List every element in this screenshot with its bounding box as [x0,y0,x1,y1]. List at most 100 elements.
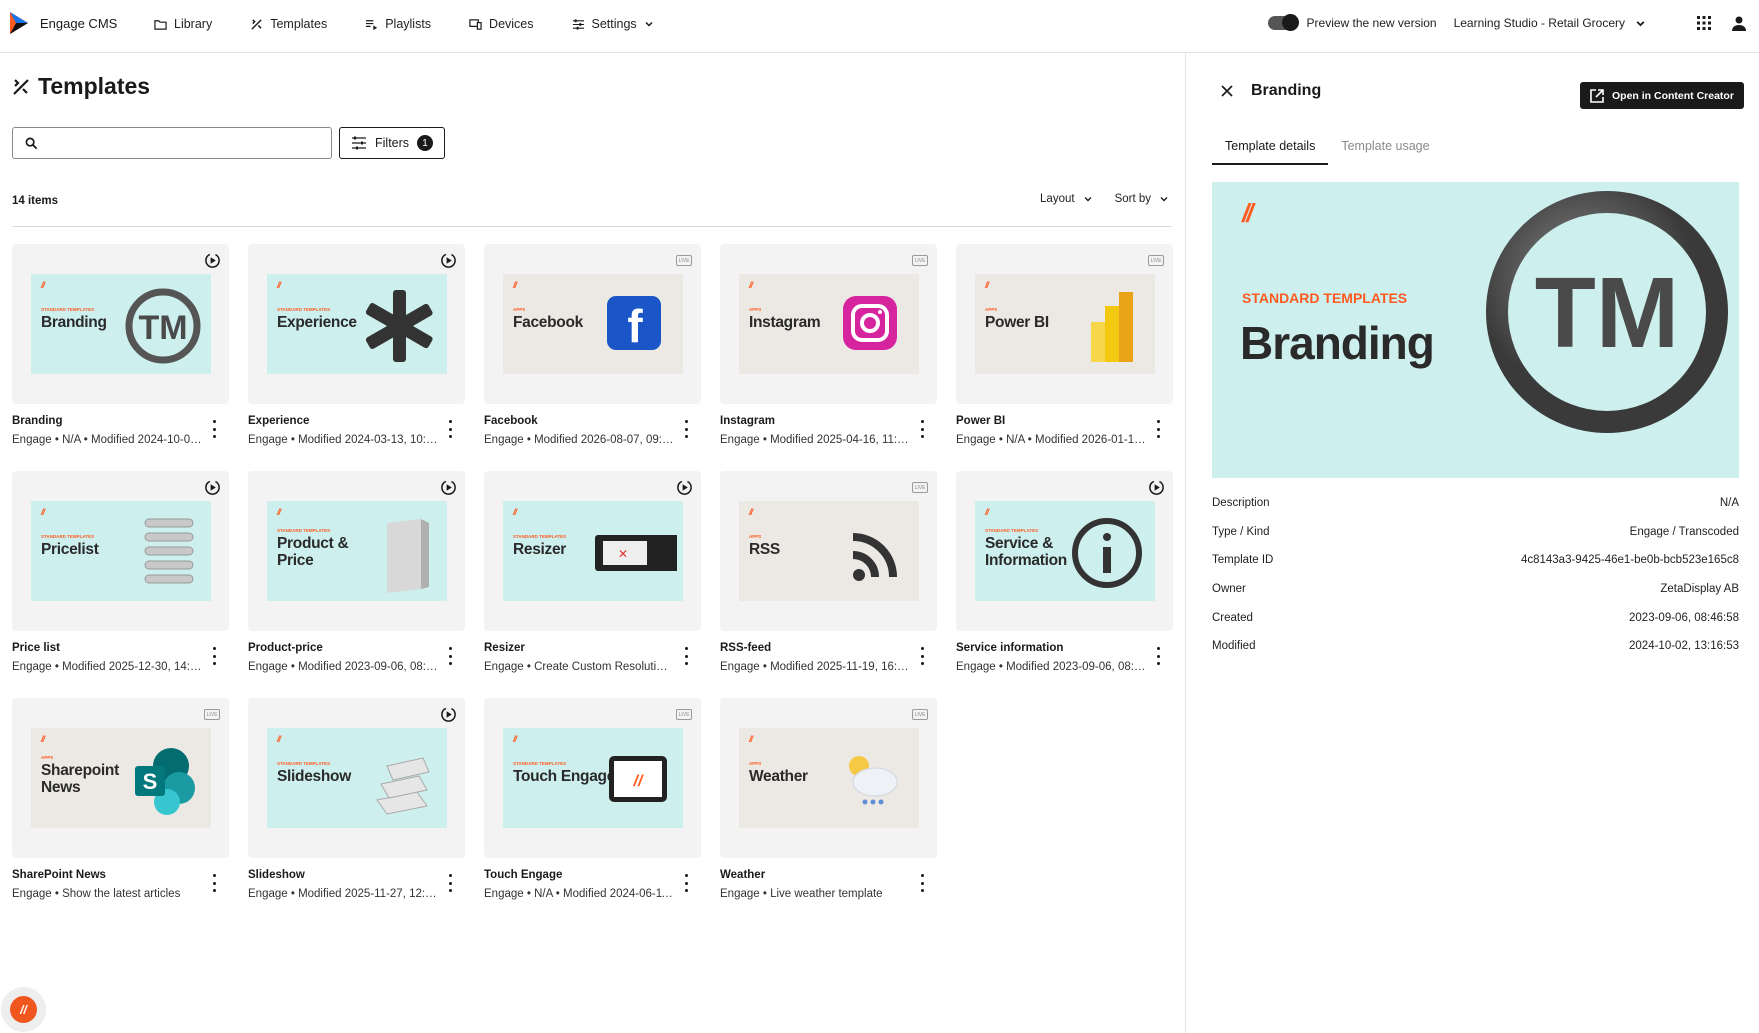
play-circle-icon [205,253,220,268]
weather-icon [849,756,898,805]
svg-text:S: S [143,769,158,794]
more-options-icon[interactable] [1151,647,1165,665]
template-card[interactable]: LIVE // APPS Weather Weather Engage • Li… [720,698,937,906]
template-card[interactable]: LIVE // APPS Instagram Instagram Engage … [720,244,937,452]
thumbnail-kicker: STANDARD TEMPLATES [277,307,331,312]
template-thumbnail: // STANDARD TEMPLATES Pricelist [12,471,229,631]
brand[interactable]: Engage CMS [8,10,117,36]
zetadisplay-logo-icon: // [985,280,989,290]
template-thumbnail: LIVE // APPS Weather [720,698,937,858]
more-options-icon[interactable] [207,420,221,438]
thumbnail-image: // STANDARD TEMPLATES Pricelist [31,501,211,601]
card-meta: Engage • Show the latest articles [12,888,181,900]
detail-label: Created [1212,611,1253,624]
card-meta: Engage • Modified 2025-11-19, 16:40:02 [720,661,910,673]
more-options-icon[interactable] [443,874,457,892]
layout-dropdown[interactable]: Layout [1040,193,1093,205]
nav-playlists[interactable]: Playlists [365,17,431,31]
chat-fab[interactable]: // [1,987,46,1032]
sharepoint-icon: S [135,748,195,815]
more-options-icon[interactable] [207,874,221,892]
more-options-icon[interactable] [679,647,693,665]
search-input[interactable] [48,135,318,151]
thumbnail-image: // STANDARD TEMPLATES Branding TM [31,274,211,374]
detail-value: Engage / Transcoded [1629,525,1739,538]
workspace-selector[interactable]: Learning Studio - Retail Grocery [1454,16,1646,30]
template-thumbnail: LIVE // APPS Facebook f [484,244,701,404]
nav-library[interactable]: Library [154,17,212,31]
top-right-controls: Preview the new version Learning Studio … [1267,0,1759,46]
nav-library-label: Library [174,17,213,31]
card-title: Price list [12,642,60,654]
thumbnail-kicker: STANDARD TEMPLATES [513,761,567,766]
nav-devices-label: Devices [489,17,534,31]
more-options-icon[interactable] [1151,420,1165,438]
more-options-icon[interactable] [915,420,929,438]
tab-template-usage[interactable]: Template usage [1328,133,1442,165]
template-card[interactable]: LIVE // APPS Facebook f Facebook Engage … [484,244,701,452]
more-options-icon[interactable] [443,647,457,665]
template-card[interactable]: LIVE // APPS Power BI Power BI Engage • … [956,244,1173,452]
card-meta: Engage • Modified 2025-12-30, 14:05:10 [12,661,202,673]
nav-settings[interactable]: Settings [572,17,654,31]
svg-text://: // [633,773,644,790]
thumbnail-kicker: APPS [749,307,762,312]
more-options-icon[interactable] [915,874,929,892]
nav-settings-label: Settings [591,17,637,31]
detail-label: Description [1212,497,1270,509]
close-icon[interactable] [1220,84,1234,98]
tm-icon: TM [125,288,201,364]
external-link-icon [1590,88,1604,103]
sort-bar: Layout Sort by [1040,193,1169,205]
more-options-icon[interactable] [679,420,693,438]
more-options-icon[interactable] [915,647,929,665]
detail-value: 2023-09-06, 08:46:58 [1629,611,1739,624]
detail-value: ZetaDisplay AB [1660,583,1739,596]
live-icon: LIVE [1148,255,1164,266]
toggle-label: Preview the new version [1306,16,1437,30]
detail-label: Owner [1212,583,1246,596]
live-icon: LIVE [204,709,220,720]
play-circle-icon [1149,480,1164,495]
template-card[interactable]: // STANDARD TEMPLATES Branding TM Brandi… [12,244,229,452]
filters-button[interactable]: Filters 1 [339,127,446,159]
template-card[interactable]: // STANDARD TEMPLATES Pricelist Price li… [12,471,229,679]
more-options-icon[interactable] [679,874,693,892]
card-title: Product-price [248,642,323,654]
template-card[interactable]: // STANDARD TEMPLATES Slideshow Slidesho… [248,698,465,906]
open-in-content-creator-button[interactable]: Open in Content Creator [1580,82,1744,109]
panel-title: Branding [1251,82,1322,99]
more-options-icon[interactable] [207,647,221,665]
zetadisplay-logo-icon: // [749,734,753,744]
template-card[interactable]: LIVE // STANDARD TEMPLATES Touch Engage … [484,698,701,906]
svg-text:TM: TM [138,309,187,347]
search-box[interactable] [12,127,332,159]
card-meta: Engage • Modified 2024-03-13, 10:12:05 [248,434,438,446]
template-card[interactable]: LIVE // APPS RSS RSS-feed Engage • Modif… [720,471,937,679]
more-options-icon[interactable] [443,420,457,438]
main-nav: Library Templates Playlists Devices Sett… [154,0,692,48]
user-icon[interactable] [1731,15,1747,31]
tab-template-details[interactable]: Template details [1212,133,1329,165]
template-card[interactable]: LIVE // APPS Sharepoint News S SharePoin… [12,698,229,906]
svg-text:f: f [627,300,643,352]
thumbnail-image: // APPS Power BI [975,274,1155,374]
template-card[interactable]: // STANDARD TEMPLATES Product & Price Pr… [248,471,465,679]
template-card[interactable]: // STANDARD TEMPLATES Service & Informat… [956,471,1173,679]
chevron-down-icon [645,21,653,27]
details-panel: Branding Open in Content Creator Templat… [1187,53,1759,1033]
info-icon [1072,518,1142,588]
template-card[interactable]: // STANDARD TEMPLATES Resizer ✕ Resizer … [484,471,701,679]
nav-devices[interactable]: Devices [469,17,534,31]
preview-new-version-toggle[interactable] [1267,14,1299,31]
template-card[interactable]: // STANDARD TEMPLATES Experience Experie… [248,244,465,452]
nav-templates[interactable]: Templates [250,17,327,31]
live-icon: LIVE [912,255,928,266]
sort-dropdown[interactable]: Sort by [1115,193,1169,205]
apps-grid-icon[interactable] [1696,15,1712,31]
chevron-down-icon [1160,197,1168,202]
zetadisplay-logo-icon: // [749,280,753,290]
thumbnail-image: // STANDARD TEMPLATES Experience [267,274,447,374]
detail-row: Description N/A [1212,497,1739,526]
card-title: Resizer [484,642,525,654]
